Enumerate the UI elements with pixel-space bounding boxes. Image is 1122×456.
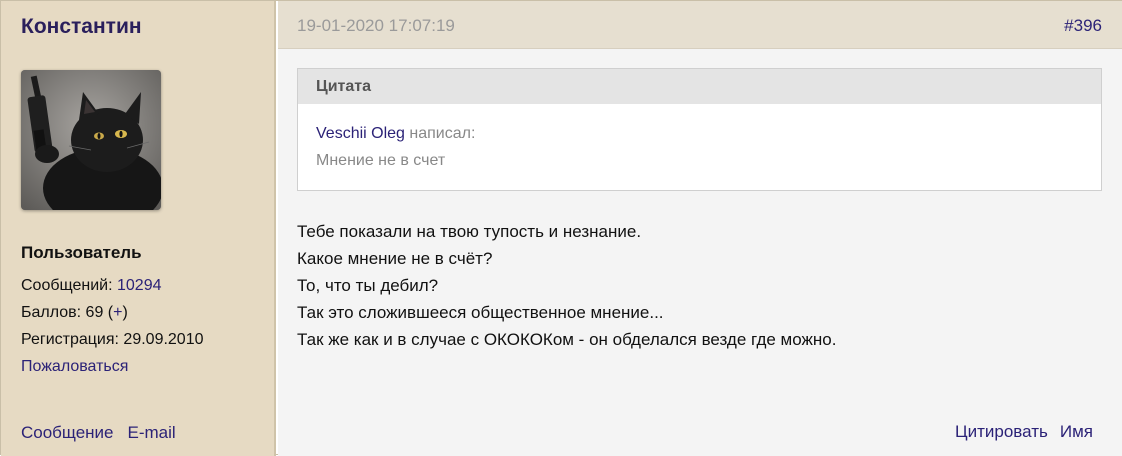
- quote-text: Мнение не в счет: [316, 152, 446, 169]
- post-date: 19-01-2020 17:07:19: [297, 16, 455, 35]
- quote-author-link[interactable]: Veschii Oleg: [316, 125, 405, 142]
- user-rank: Пользователь: [21, 243, 142, 262]
- quote-wrote-label: написал:: [404, 125, 476, 142]
- post-number-link[interactable]: #396: [1064, 16, 1102, 36]
- avatar: [21, 70, 161, 210]
- author-name[interactable]: Константин: [21, 15, 142, 39]
- message-line: Тебе показали на твою тупость и незнание…: [297, 222, 642, 241]
- black-cat-with-gun-icon: [21, 70, 161, 210]
- post-body: 19-01-2020 17:07:19 #396 Цитата Veschii …: [278, 1, 1122, 456]
- points-close: ): [122, 304, 128, 321]
- send-message-link[interactable]: Сообщение: [21, 423, 114, 442]
- post-message: Тебе показали на твою тупость и незнание…: [297, 221, 836, 356]
- post-actions: Цитировать Имя: [955, 422, 1093, 442]
- email-link[interactable]: E-mail: [128, 423, 176, 442]
- registration-date: Регистрация: 29.09.2010: [21, 331, 204, 348]
- report-link[interactable]: Пожаловаться: [21, 358, 128, 376]
- message-line: Какое мнение не в счёт?: [297, 249, 493, 268]
- message-count-label: Сообщений:: [21, 277, 117, 294]
- quote-header: Цитата: [298, 69, 1101, 104]
- post-header: 19-01-2020 17:07:19 #396: [278, 1, 1122, 49]
- points-label: Баллов: 69 (: [21, 304, 114, 321]
- quote-block: Цитата Veschii Oleg написал: Мнение не в…: [297, 68, 1102, 191]
- forum-post: Константин Пользователь Сообщений: 10294…: [0, 0, 1122, 456]
- message-line: То, что ты дебил?: [297, 276, 439, 295]
- quote-author-line: Veschii Oleg написал:: [316, 125, 475, 143]
- quote-button[interactable]: Цитировать: [955, 422, 1048, 441]
- message-line: Так же как и в случае с ОКОКОКом - он об…: [297, 330, 837, 349]
- message-count-link[interactable]: 10294: [117, 277, 162, 294]
- author-panel: Константин Пользователь Сообщений: 10294…: [1, 1, 276, 456]
- author-actions: Сообщение E-mail: [21, 423, 176, 443]
- message-line: Так это сложившееся общественное мнение.…: [297, 303, 664, 322]
- name-button[interactable]: Имя: [1060, 422, 1093, 441]
- message-count: Сообщений: 10294: [21, 277, 162, 295]
- points: Баллов: 69 (+): [21, 304, 128, 322]
